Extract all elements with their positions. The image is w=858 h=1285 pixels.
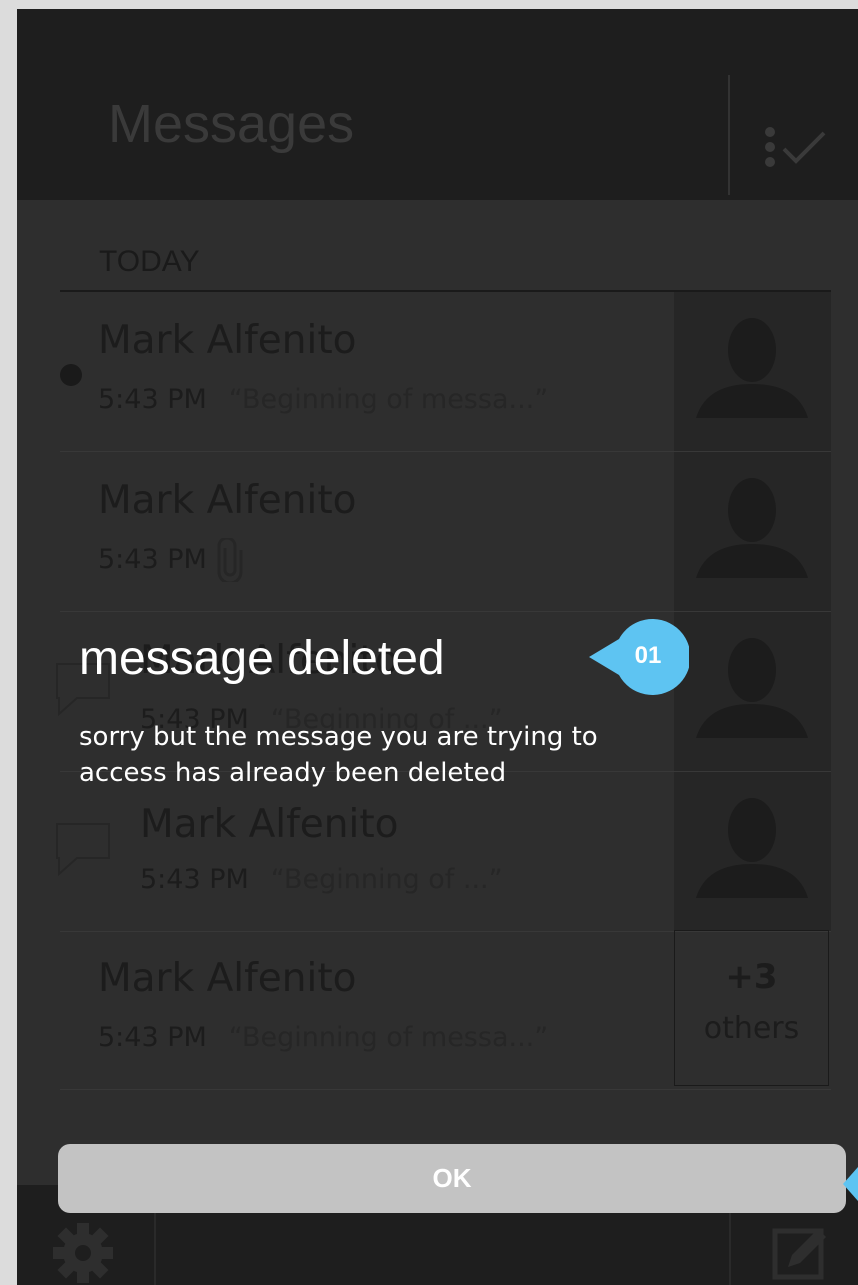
phone-screen: Messages TODAY Mark Alfenito 5:43 PM “Beg… bbox=[17, 9, 858, 1285]
message-row[interactable]: Mark Alfenito 5:43 PM “Beginning of ...” bbox=[56, 772, 831, 932]
message-meta: 5:43 PM bbox=[98, 544, 207, 575]
message-preview: “Beginning of ...” bbox=[270, 864, 503, 895]
message-row[interactable]: Mark Alfenito 5:43 PM “Beginning of messa… bbox=[60, 292, 831, 452]
dialog-title: message deleted bbox=[79, 632, 445, 685]
message-meta: 5:43 PM “Beginning of messa...” bbox=[98, 1022, 548, 1053]
ok-button[interactable]: OK bbox=[58, 1144, 846, 1213]
unread-indicator bbox=[60, 364, 82, 386]
person-icon bbox=[696, 318, 808, 418]
sender-name: Mark Alfenito bbox=[98, 478, 357, 523]
sender-name: Mark Alfenito bbox=[140, 802, 399, 847]
message-preview: “Beginning of messa...” bbox=[228, 1022, 549, 1053]
message-meta: 5:43 PM “Beginning of messa...” bbox=[98, 384, 548, 415]
page-title: Messages bbox=[108, 94, 355, 154]
others-badge[interactable]: +3 others bbox=[674, 930, 829, 1086]
person-icon bbox=[696, 638, 808, 738]
message-time: 5:43 PM bbox=[98, 384, 207, 415]
paperclip-icon bbox=[217, 538, 243, 582]
others-count: +3 bbox=[725, 957, 778, 997]
others-label: others bbox=[703, 1011, 800, 1046]
person-icon bbox=[696, 798, 808, 898]
message-meta: 5:43 PM “Beginning of ...” bbox=[140, 864, 503, 895]
section-header-today: TODAY bbox=[99, 245, 200, 278]
person-icon bbox=[696, 478, 808, 578]
chat-bubble-icon bbox=[56, 823, 110, 876]
avatar[interactable] bbox=[674, 772, 831, 931]
annotation-pointer bbox=[843, 1167, 858, 1201]
avatar[interactable] bbox=[674, 292, 831, 451]
message-row[interactable]: Mark Alfenito 5:43 PM “Beginning of messa… bbox=[60, 930, 831, 1090]
message-row[interactable]: Mark Alfenito 5:43 PM bbox=[60, 452, 831, 612]
dialog-message: sorry but the message you are trying to … bbox=[79, 722, 598, 788]
app-header: Messages bbox=[17, 9, 858, 200]
sender-name: Mark Alfenito bbox=[98, 318, 357, 363]
annotation-number: 01 bbox=[634, 642, 662, 669]
message-time: 5:43 PM bbox=[98, 1022, 207, 1053]
avatar[interactable] bbox=[674, 452, 831, 611]
header-divider bbox=[728, 75, 730, 195]
avatar[interactable] bbox=[674, 612, 831, 771]
gear-icon[interactable] bbox=[51, 1221, 115, 1285]
message-time: 5:43 PM bbox=[140, 864, 249, 895]
select-check-icon[interactable] bbox=[762, 127, 832, 177]
compose-icon[interactable] bbox=[772, 1223, 830, 1281]
message-preview: “Beginning of messa...” bbox=[228, 384, 549, 415]
sender-name: Mark Alfenito bbox=[98, 956, 357, 1001]
message-time: 5:43 PM bbox=[98, 544, 207, 575]
